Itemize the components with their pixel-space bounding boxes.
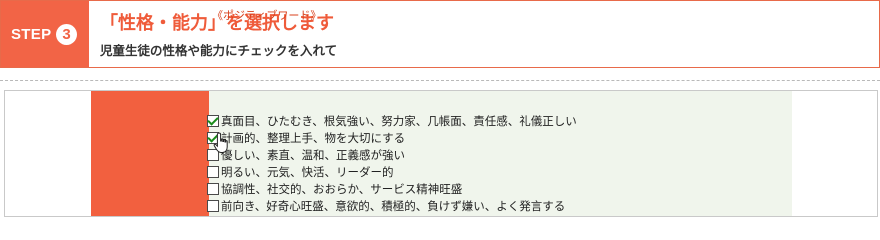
- checkbox-label: 優しい、素直、温和、正義感が強い: [221, 148, 405, 162]
- section-divider: [0, 80, 880, 81]
- step-badge: STEP 3: [1, 1, 89, 67]
- checkbox-label: 明るい、元気、快活、リーダー的: [221, 165, 394, 179]
- checkbox-label: 協調性、社交的、おおらか、サービス精神旺盛: [221, 182, 463, 196]
- checkbox[interactable]: [207, 114, 219, 127]
- checkbox-row[interactable]: 協調性、社交的、おおらか、サービス精神旺盛: [207, 181, 462, 199]
- checkbox-label: 前向き、好奇心旺盛、意欲的、積極的、負けず嫌い、よく発言する: [221, 199, 566, 213]
- checkbox-row[interactable]: 明るい、元気、快活、リーダー的: [207, 164, 394, 182]
- checkbox[interactable]: [207, 165, 219, 178]
- category-side-column: [91, 91, 209, 216]
- checkbox[interactable]: [207, 182, 219, 195]
- checkbox-row[interactable]: 真面目、ひたむき、根気強い、努力家、几帳面、責任感、礼儀正しい: [207, 113, 577, 131]
- step-number: 3: [56, 24, 77, 45]
- step-header: STEP 3 「性格・能力」を選択します 児童生徒の性格や能力にチェックを入れて: [0, 0, 880, 68]
- checkbox-label: 真面目、ひたむき、根気強い、努力家、几帳面、責任感、礼儀正しい: [221, 114, 577, 128]
- checkbox-label: 計画的、整理上手、物を大切にする: [221, 131, 406, 145]
- hand-cursor-icon: [213, 132, 228, 153]
- checkbox-row[interactable]: 前向き、好奇心旺盛、意欲的、積極的、負けず嫌い、よく発言する: [207, 198, 565, 216]
- checkbox-row[interactable]: 計画的、整理上手、物を大切にする: [207, 130, 405, 148]
- step-word: STEP: [11, 26, 52, 43]
- checkbox-row[interactable]: 優しい、素直、温和、正義感が強い: [207, 147, 405, 165]
- step-subtitle: 児童生徒の性格や能力にチェックを入れて: [100, 43, 338, 58]
- checkbox[interactable]: [207, 199, 219, 212]
- category-label: 《ポジティブワード》: [212, 9, 322, 22]
